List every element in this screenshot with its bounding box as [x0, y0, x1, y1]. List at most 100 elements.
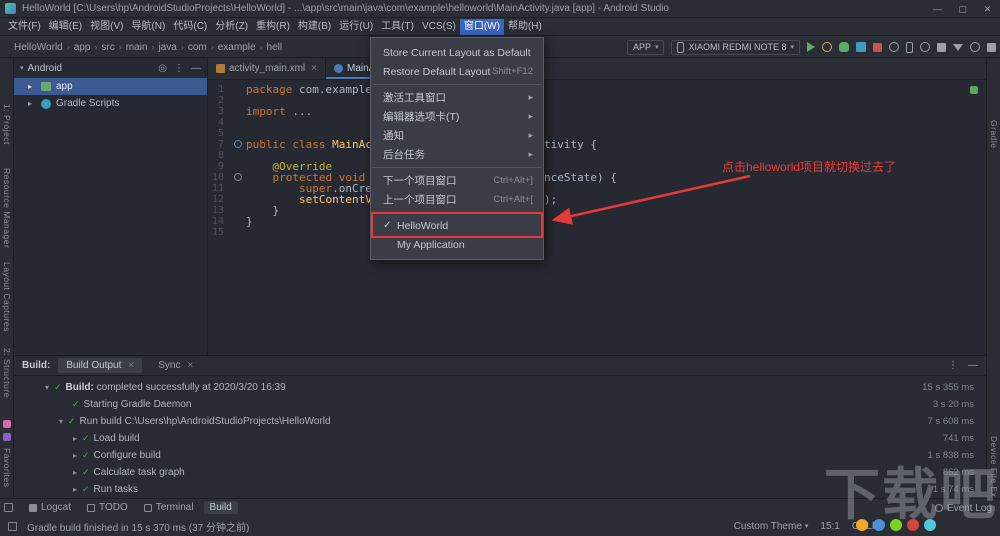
hide-panel-icon[interactable]: — — [968, 360, 978, 371]
toolbar-item-logcat[interactable]: Logcat — [23, 501, 77, 514]
menu-view[interactable]: 视图(V) — [86, 19, 127, 35]
debug-icon[interactable] — [839, 42, 849, 52]
menu-item-previous-project-window[interactable]: 上一个项目窗口 Ctrl+Alt+[ — [371, 190, 543, 209]
menu-file[interactable]: 文件(F) — [4, 19, 45, 35]
locate-file-icon[interactable]: ◎ — [158, 63, 167, 74]
tool-stripe-icon[interactable] — [3, 420, 11, 428]
build-row[interactable]: ▾ ✓ Run build C:\Users\hp\AndroidStudioP… — [14, 413, 986, 430]
menu-tools[interactable]: 工具(T) — [377, 19, 418, 35]
profile-icon[interactable] — [856, 42, 866, 52]
menu-analyze[interactable]: 分析(Z) — [211, 19, 252, 35]
menu-item-editor-tabs[interactable]: 编辑器选项卡(T) ▸ — [371, 107, 543, 126]
line-number: 3 — [217, 106, 224, 117]
toolbar-item-todo[interactable]: TODO — [81, 501, 134, 514]
code-line[interactable]: 1package com.example.helloworld; — [208, 84, 986, 95]
menu-run[interactable]: 运行(U) — [335, 19, 377, 35]
code-line[interactable]: 2 — [208, 95, 986, 106]
chevron-right-icon[interactable]: ▸ — [70, 434, 80, 443]
override-gutter-icon[interactable] — [234, 173, 242, 181]
chevron-right-icon[interactable]: ▸ — [70, 485, 80, 494]
sidebar-item-favorites[interactable]: Favorites — [2, 448, 12, 487]
tab-build-output[interactable]: Build Output × — [58, 358, 143, 373]
theme-select[interactable]: Custom Theme ▾ — [734, 521, 809, 532]
build-row[interactable]: ▸ ✓ Load build 741 ms — [14, 430, 986, 447]
more-options-icon[interactable]: ⋮ — [948, 360, 958, 371]
menu-item-store-layout[interactable]: Store Current Layout as Default — [371, 43, 543, 62]
tool-window-switcher-icon[interactable] — [4, 503, 13, 512]
tab-activity-main-xml[interactable]: activity_main.xml × — [208, 58, 326, 79]
menu-edit[interactable]: 编辑(E) — [45, 19, 86, 35]
more-options-icon[interactable]: ⋮ — [174, 63, 184, 74]
build-row[interactable]: ▾ ✓ Build: completed successfully at 202… — [14, 379, 986, 396]
menu-code[interactable]: 代码(C) — [169, 19, 211, 35]
menu-window[interactable]: 窗口(W) — [459, 18, 504, 35]
close-icon[interactable]: × — [311, 63, 317, 74]
breadcrumb-item[interactable]: java — [158, 42, 176, 53]
run-configuration-select[interactable]: APP ▾ — [626, 39, 665, 55]
close-button[interactable]: ✕ — [975, 0, 1000, 18]
settings-icon[interactable] — [987, 42, 996, 52]
tree-item-app[interactable]: ▸ app — [14, 78, 207, 95]
class-gutter-icon[interactable] — [234, 140, 242, 148]
menu-bar: 文件(F) 编辑(E) 视图(V) 导航(N) 代码(C) 分析(Z) 重构(R… — [0, 18, 1000, 36]
menu-item-activate-tool-window[interactable]: 激活工具窗口 ▸ — [371, 88, 543, 107]
sidebar-item-resource-manager[interactable]: Resource Manager — [2, 168, 12, 248]
avd-manager-icon[interactable] — [906, 41, 913, 53]
menu-item-notifications[interactable]: 通知 ▸ — [371, 126, 543, 145]
close-icon[interactable]: × — [128, 360, 134, 371]
chevron-right-icon[interactable]: ▸ — [70, 468, 80, 477]
tree-item-gradle-scripts[interactable]: ▸ Gradle Scripts — [14, 95, 207, 112]
chevron-right-icon[interactable]: ▸ — [70, 451, 80, 460]
tool-stripe-icon[interactable] — [3, 433, 11, 441]
code-line[interactable]: 4 — [208, 117, 986, 128]
menu-vcs[interactable]: VCS(S) — [418, 19, 460, 35]
menu-build[interactable]: 构建(B) — [294, 19, 335, 35]
apply-changes-icon[interactable] — [822, 42, 832, 52]
sidebar-item-gradle[interactable]: Gradle — [989, 120, 999, 149]
chevron-down-icon[interactable]: ▾ — [20, 64, 24, 72]
menu-item-background-tasks[interactable]: 后台任务 ▸ — [371, 145, 543, 164]
breadcrumb-item[interactable]: main — [126, 42, 148, 53]
sdk-manager-icon[interactable] — [953, 43, 963, 51]
breadcrumb-item[interactable]: com — [188, 42, 207, 53]
minimize-button[interactable]: — — [925, 0, 950, 18]
menu-navigate[interactable]: 导航(N) — [127, 19, 169, 35]
chevron-right-icon[interactable]: ▸ — [28, 99, 36, 108]
menu-refactor[interactable]: 重构(R) — [252, 19, 294, 35]
inspections-status-icon[interactable] — [970, 86, 978, 94]
breadcrumb-item[interactable]: hell — [267, 42, 283, 53]
chevron-right-icon[interactable]: ▸ — [28, 82, 36, 91]
tab-sync[interactable]: Sync × — [150, 358, 201, 373]
close-icon[interactable]: × — [187, 360, 193, 371]
breadcrumb-item[interactable]: HelloWorld — [14, 42, 63, 53]
chevron-down-icon[interactable]: ▾ — [42, 383, 52, 392]
breadcrumb-item[interactable]: src — [101, 42, 114, 53]
chevron-down-icon[interactable]: ▾ — [56, 417, 66, 426]
hide-panel-icon[interactable]: — — [191, 63, 201, 74]
breadcrumb-item[interactable]: app — [74, 42, 91, 53]
status-message[interactable]: Gradle build finished in 15 s 370 ms (37… — [27, 519, 249, 534]
run-icon[interactable] — [807, 42, 815, 52]
code-line[interactable]: 7public class MainActivity extends AppCo… — [208, 139, 986, 150]
menu-item-next-project-window[interactable]: 下一个项目窗口 Ctrl+Alt+] — [371, 171, 543, 190]
stop-icon[interactable] — [873, 42, 882, 52]
project-scope-select[interactable]: Android — [28, 63, 62, 74]
maximize-button[interactable]: ▢ — [950, 0, 975, 18]
toolbar-item-build[interactable]: Build — [203, 501, 238, 514]
attach-debugger-icon[interactable] — [889, 42, 899, 52]
build-row[interactable]: ✓ Starting Gradle Daemon 3 s 20 ms — [14, 396, 986, 413]
sidebar-item-structure[interactable]: 2: Structure — [2, 348, 12, 398]
sync-gradle-icon[interactable] — [920, 42, 930, 52]
breadcrumb-item[interactable]: example — [218, 42, 256, 53]
sidebar-item-layout-captures[interactable]: Layout Captures — [2, 262, 12, 332]
menu-item-restore-layout[interactable]: Restore Default Layout Shift+F12 — [371, 62, 543, 81]
build-icon[interactable] — [937, 42, 946, 52]
code-line[interactable]: 3 import ... — [208, 106, 986, 117]
chevron-down-icon: ▾ — [790, 44, 794, 51]
sidebar-item-project[interactable]: 1: Project — [2, 104, 12, 145]
device-select[interactable]: XIAOMI REDMI NOTE 8 ▾ — [671, 39, 800, 55]
toolbar-item-terminal[interactable]: Terminal — [138, 501, 200, 514]
search-everywhere-icon[interactable] — [970, 42, 980, 52]
menu-help[interactable]: 帮助(H) — [504, 19, 546, 35]
tool-windows-toggle-icon[interactable] — [8, 521, 17, 531]
